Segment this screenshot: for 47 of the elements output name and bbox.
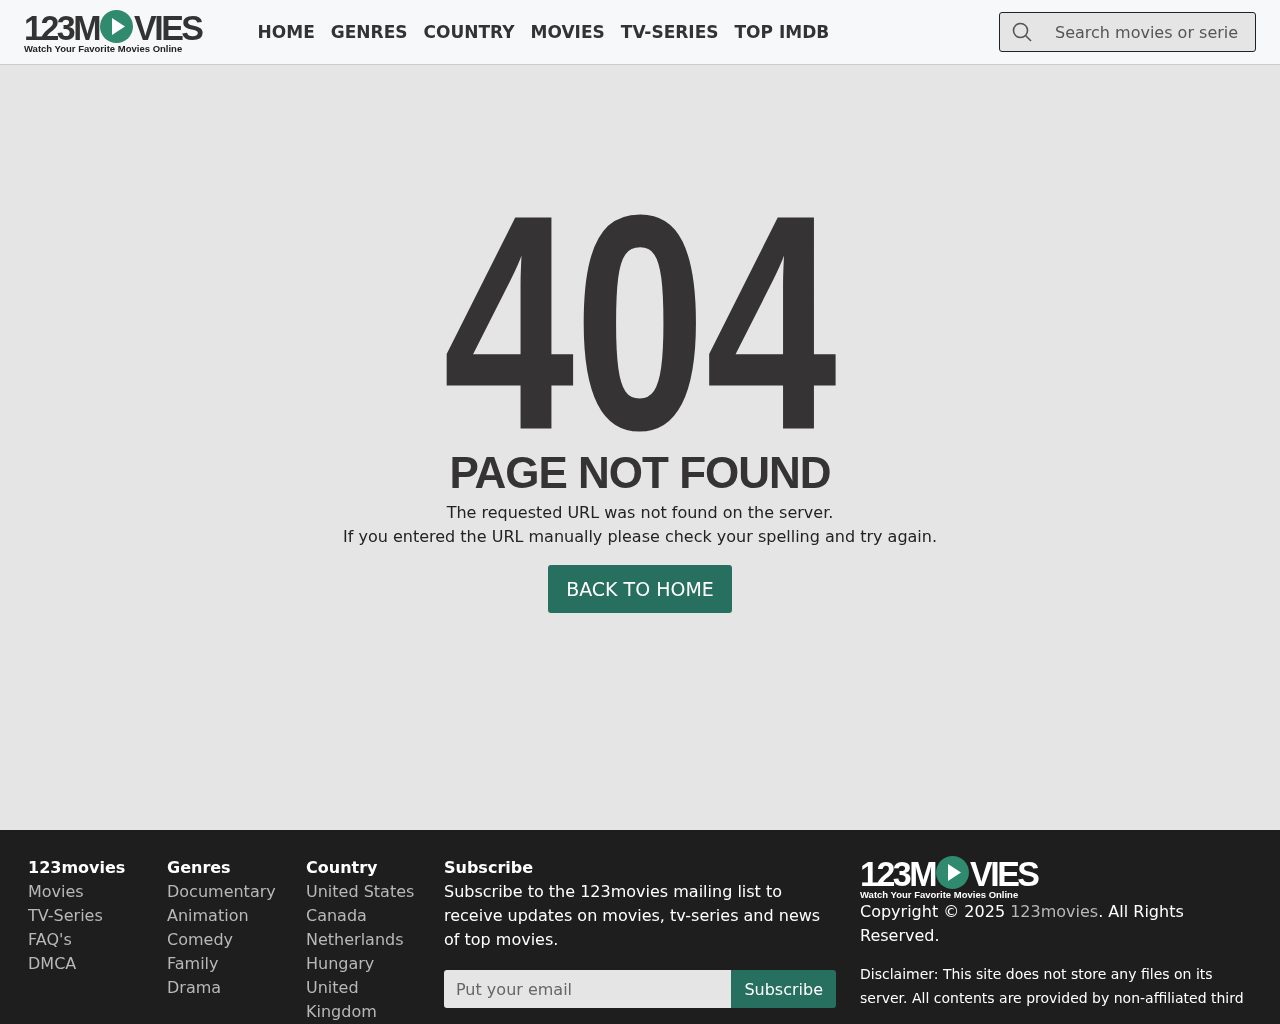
- site-logo[interactable]: 123M VIES Watch Your Favorite Movies Online: [24, 10, 202, 54]
- footer-link[interactable]: Drama: [167, 976, 222, 1000]
- footer-link[interactable]: Netherlands: [306, 928, 404, 952]
- footer-link[interactable]: United States: [306, 880, 415, 904]
- search-field[interactable]: Search movies or serie: [999, 12, 1256, 52]
- nav-link[interactable]: TV-SERIES: [620, 22, 719, 42]
- subscribe-button[interactable]: Subscribe: [731, 970, 836, 1008]
- logo-tagline: Watch Your Favorite Movies Online: [24, 43, 183, 54]
- copyright-text: Copyright © 2025 123movies. All Rights Reserved.: [860, 901, 1185, 947]
- logo-tagline: Watch Your Favorite Movies Online: [860, 889, 1019, 900]
- footer-link[interactable]: DMCA: [28, 952, 77, 976]
- footer-link[interactable]: United Kingdom: [306, 976, 416, 1024]
- footer-link[interactable]: Family: [167, 952, 219, 976]
- error-message: If you entered the URL manually please check your spelling and try again.: [343, 526, 937, 548]
- error-message: The requested URL was not found on the server.: [446, 502, 834, 524]
- logo-text: 123M: [860, 856, 936, 889]
- logo-text: VIES: [134, 10, 202, 43]
- footer-heading: Genres: [167, 857, 231, 879]
- footer-link[interactable]: Hungary: [306, 952, 375, 976]
- nav-link[interactable]: MOVIES: [530, 22, 605, 42]
- footer-heading: 123movies: [28, 857, 126, 879]
- footer-link[interactable]: Canada: [306, 904, 367, 928]
- search-icon: [1012, 22, 1032, 42]
- email-field[interactable]: Put your email: [444, 970, 732, 1008]
- nav-link[interactable]: HOME: [257, 22, 315, 42]
- footer-heading: Subscribe: [444, 857, 534, 879]
- footer-link[interactable]: Movies: [28, 880, 84, 904]
- footer-link[interactable]: Animation: [167, 904, 249, 928]
- nav-link[interactable]: TOP IMDB: [734, 22, 830, 42]
- play-icon: [100, 10, 134, 43]
- footer-link[interactable]: TV-Series: [28, 904, 103, 928]
- nav-link[interactable]: COUNTRY: [423, 22, 515, 42]
- logo-text: VIES: [970, 856, 1038, 889]
- play-icon: [936, 856, 970, 889]
- back-home-button[interactable]: BACK TO HOME: [548, 565, 732, 613]
- footer-link[interactable]: Documentary: [167, 880, 276, 904]
- subscribe-text: Subscribe to the 123movies mailing list to receive updates on movies, tv-series and news of top movies.: [444, 881, 822, 951]
- logo-text: 123M: [24, 10, 100, 43]
- site-link[interactable]: 123movies: [1010, 902, 1099, 921]
- disclaimer-text: Disclaimer: This site does not store any files on its server. All contents are provided by non-affiliated third: [860, 965, 1245, 1008]
- error-code: 404: [443, 198, 837, 446]
- site-logo[interactable]: 123M VIES Watch Your Favorite Movies Online: [860, 856, 1038, 900]
- footer-heading: Country: [306, 857, 378, 879]
- error-title: PAGE NOT FOUND: [449, 447, 831, 499]
- nav-link[interactable]: GENRES: [330, 22, 408, 42]
- footer-link[interactable]: Comedy: [167, 928, 233, 952]
- footer-link[interactable]: FAQ's: [28, 928, 72, 952]
